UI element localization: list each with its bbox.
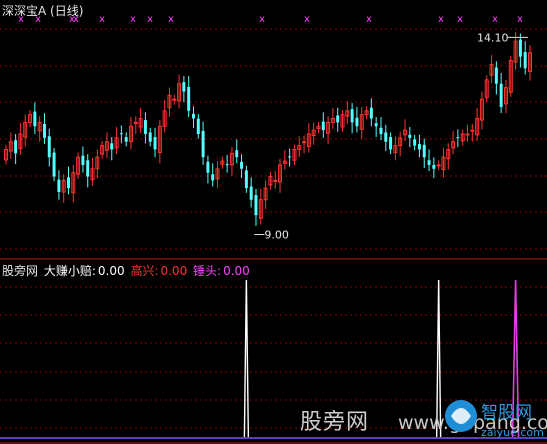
indicator-legend: 股旁网 大赚小赔: 0.00 高兴: 0.00 锤头: 0.00 (2, 262, 252, 279)
candle-body (355, 117, 359, 127)
candle-body (240, 161, 244, 169)
candle-body (379, 127, 383, 134)
candle-body (67, 177, 70, 189)
stock-chart-window: 14.10 9.00 x x x x x x x x x x x x x x x 深深宝A (日线) 股旁网 大… (0, 0, 547, 444)
indicator-chuitou-label: 锤头: (193, 264, 222, 278)
chart-canvas: 14.109.00x x xx x x x x x x x x x x x (0, 14, 547, 444)
candle-body (143, 120, 147, 134)
candle-body (206, 161, 210, 173)
candle-body (119, 133, 123, 135)
top-signal-marker: x (438, 14, 444, 25)
high-price-label: 14.10 (477, 31, 509, 44)
candle-body (81, 155, 85, 165)
candle-body (427, 160, 431, 165)
candle-body (133, 121, 138, 124)
candle-body (494, 67, 498, 84)
candle-body (470, 129, 475, 132)
candle-body (254, 195, 258, 216)
candle-body (182, 82, 186, 92)
candle-body (148, 132, 152, 142)
chart-title: 深深宝A (日线) (2, 2, 83, 19)
candle-body (191, 113, 195, 119)
candle-body (244, 170, 248, 189)
candle-body (225, 164, 229, 166)
stock-name: 深深宝A (2, 4, 47, 18)
top-signal-marker: x (99, 14, 105, 25)
candle-body (384, 132, 388, 142)
candle-body (321, 121, 325, 131)
candle-body (288, 156, 292, 158)
indicator-gaoxing-label: 高兴: (130, 264, 159, 278)
candle-body (417, 144, 421, 150)
candle-body (196, 118, 200, 134)
candle-body (47, 136, 51, 158)
low-price-label: 9.00 (264, 229, 289, 242)
candle-body (172, 98, 177, 101)
top-signal-marker: x (457, 14, 463, 25)
top-signal-marker: x (130, 14, 136, 25)
top-signal-marker: x (259, 14, 265, 25)
indicator-dazhuan-value: 0.00 (97, 264, 125, 278)
candle-body (518, 39, 522, 57)
candle-body (374, 123, 378, 127)
top-signal-marker: x (366, 14, 372, 25)
candle-body (499, 83, 503, 107)
candle-body (86, 160, 90, 177)
indicator-gaoxing-value: 0.00 (160, 264, 188, 278)
top-signal-marker: x (168, 14, 174, 25)
watermark-site-name: 股旁网 (300, 410, 370, 435)
candle-body (336, 115, 340, 123)
candle-body (432, 164, 436, 169)
top-signal-marker: x (517, 14, 523, 25)
candle-body (187, 86, 191, 111)
zhigu-logo: 智股网 zaiyue.com (445, 400, 543, 439)
candle-body (52, 152, 56, 177)
top-signal-marker: x (304, 14, 310, 25)
candle-body (273, 179, 278, 182)
indicator-site: 股旁网 (2, 264, 39, 278)
candle-body (456, 137, 460, 139)
candle-body (302, 141, 307, 144)
top-signal-marker: x (147, 14, 153, 25)
candle-body (110, 143, 114, 150)
candle-body (57, 179, 61, 192)
candle-body (249, 186, 253, 200)
candle-body (201, 130, 205, 158)
candle-body (153, 137, 157, 150)
candle-body (14, 140, 18, 154)
candle-body (436, 164, 441, 167)
candle-body (211, 174, 215, 181)
candle-body (465, 133, 470, 136)
dazhuan-signal-spike (243, 279, 250, 439)
candle-body (408, 134, 412, 138)
candle-body (235, 150, 239, 158)
logo-sub-text: zaiyue.com (481, 426, 543, 439)
candle-body (422, 144, 426, 158)
candle-body (350, 109, 354, 123)
candle-body (33, 111, 37, 127)
candle-body (389, 137, 393, 150)
candle-body (42, 123, 46, 138)
top-signal-marker: x (492, 14, 498, 25)
indicator-chuitou-value: 0.00 (223, 264, 250, 278)
candle-body (413, 139, 417, 146)
logo-main-text: 智股网 (481, 403, 532, 423)
candle-body (124, 137, 128, 142)
indicator-dazhuan-label: 大赚小赔: (43, 264, 96, 278)
period-label: (日线) (50, 4, 84, 18)
candle-body (523, 52, 527, 69)
candle-body (369, 107, 373, 119)
